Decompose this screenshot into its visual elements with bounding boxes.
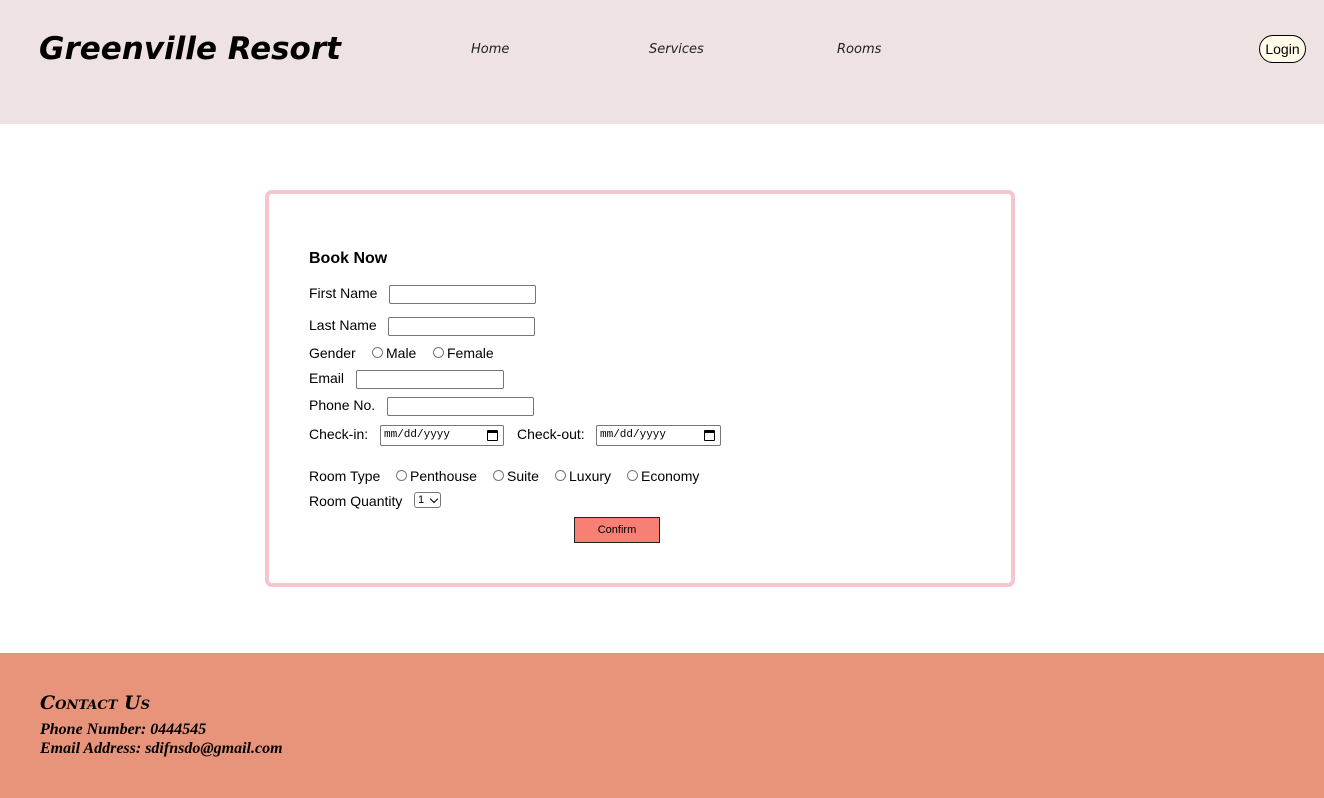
gender-male-label: Male — [386, 345, 417, 361]
confirm-button[interactable]: Confirm — [574, 517, 660, 543]
form-title: Book Now — [309, 250, 388, 267]
email-label: Email — [309, 370, 345, 386]
last-name-input[interactable] — [388, 317, 535, 336]
checkin-label: Check-in: — [309, 426, 369, 442]
nav-home-link[interactable]: Home — [471, 42, 509, 57]
calendar-icon[interactable] — [704, 430, 715, 441]
email-input[interactable] — [356, 370, 504, 389]
contact-title: Contact Us — [40, 692, 150, 714]
nav-services-link[interactable]: Services — [649, 42, 704, 57]
checkin-placeholder: mm/dd/yyyy — [384, 429, 451, 441]
login-button[interactable]: Login — [1259, 35, 1306, 63]
calendar-icon[interactable] — [487, 430, 498, 441]
contact-email: Email Address: sdifnsdo@gmail.com — [40, 740, 283, 757]
gender-label: Gender — [309, 345, 356, 361]
checkout-label: Check-out: — [517, 426, 585, 442]
room-type-economy-radio[interactable] — [627, 470, 638, 481]
room-quantity-value: 1 — [418, 494, 425, 506]
room-type-luxury-radio[interactable] — [555, 470, 566, 481]
room-quantity-select[interactable]: 1 — [414, 492, 441, 508]
gender-female-radio[interactable] — [433, 347, 444, 358]
room-type-penthouse-label: Penthouse — [410, 468, 477, 484]
room-type-economy-label: Economy — [641, 468, 700, 484]
phone-input[interactable] — [387, 397, 534, 416]
first-name-label: First Name — [309, 285, 378, 301]
room-type-penthouse-radio[interactable] — [396, 470, 407, 481]
contact-phone: Phone Number: 0444545 — [40, 721, 207, 738]
room-type-label: Room Type — [309, 468, 381, 484]
phone-label: Phone No. — [309, 397, 376, 413]
checkout-placeholder: mm/dd/yyyy — [600, 429, 667, 441]
gender-male-radio[interactable] — [372, 347, 383, 358]
first-name-input[interactable] — [389, 285, 536, 304]
last-name-label: Last Name — [309, 317, 377, 333]
room-type-luxury-label: Luxury — [569, 468, 612, 484]
room-type-suite-radio[interactable] — [493, 470, 504, 481]
room-type-suite-label: Suite — [507, 468, 539, 484]
nav-rooms-link[interactable]: Rooms — [837, 42, 881, 57]
gender-female-label: Female — [447, 345, 494, 361]
site-brand[interactable]: Greenville Resort — [39, 31, 341, 67]
checkin-date-input[interactable]: mm/dd/yyyy — [380, 425, 504, 446]
checkout-date-input[interactable]: mm/dd/yyyy — [596, 425, 721, 446]
room-quantity-label: Room Quantity — [309, 493, 403, 509]
chevron-down-icon — [429, 494, 439, 504]
